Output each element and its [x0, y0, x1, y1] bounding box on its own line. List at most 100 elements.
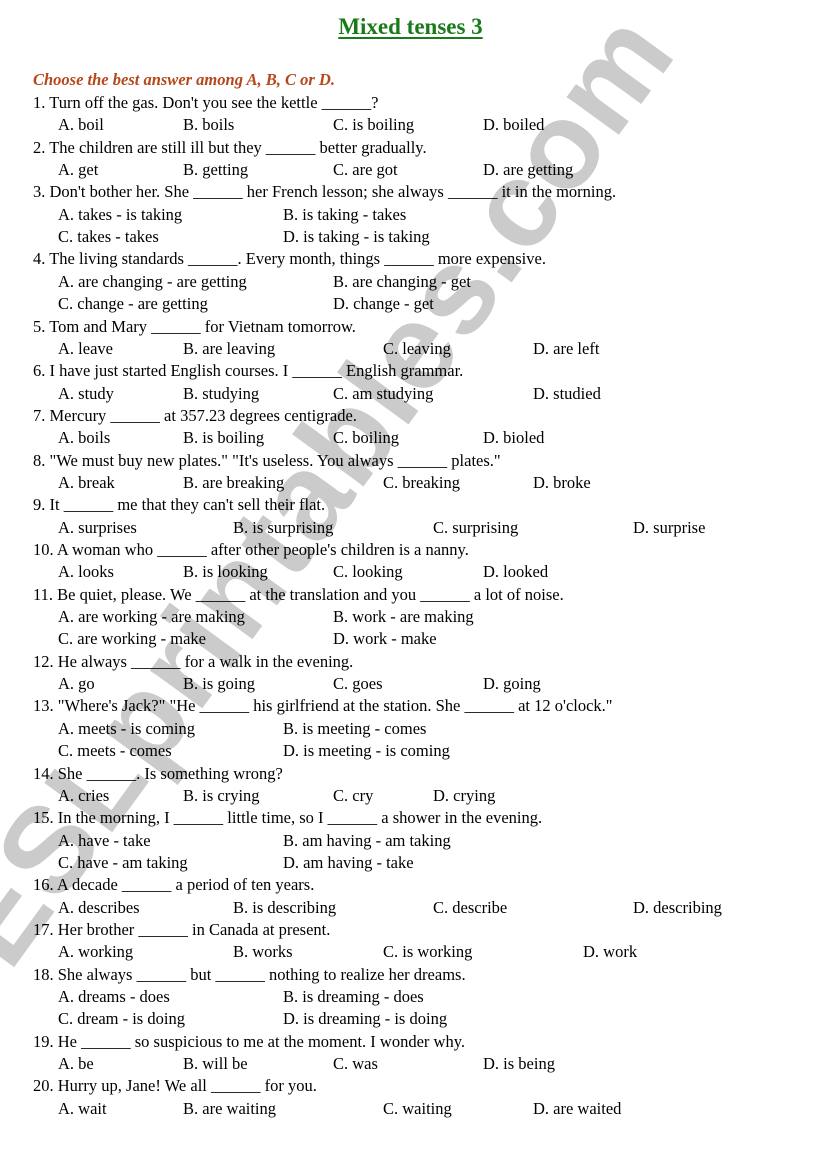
option-c[interactable]: C. have - am taking — [58, 852, 188, 874]
option-b[interactable]: B. boils — [183, 114, 234, 136]
option-d[interactable]: D. crying — [433, 785, 495, 807]
option-a[interactable]: A. takes - is taking — [58, 204, 182, 226]
option-a[interactable]: A. looks — [58, 561, 114, 583]
option-d[interactable]: D. is dreaming - is doing — [283, 1008, 447, 1030]
option-d[interactable]: D. are getting — [483, 159, 573, 181]
option-a[interactable]: A. are working - are making — [58, 606, 245, 628]
question-5: 5. Tom and Mary ______ for Vietnam tomor… — [33, 316, 356, 336]
option-d[interactable]: D. are waited — [533, 1098, 621, 1120]
option-c[interactable]: C. breaking — [383, 472, 460, 494]
option-d[interactable]: D. surprise — [633, 517, 705, 539]
option-a[interactable]: A. describes — [58, 897, 140, 919]
option-b[interactable]: B. work - are making — [333, 606, 474, 628]
option-a[interactable]: A. meets - is coming — [58, 718, 195, 740]
instruction: Choose the best answer among A, B, C or … — [33, 70, 335, 89]
option-c[interactable]: C. takes - takes — [58, 226, 159, 248]
option-b[interactable]: B. works — [233, 941, 293, 963]
option-d[interactable]: D. am having - take — [283, 852, 414, 874]
option-d[interactable]: D. going — [483, 673, 541, 695]
option-a[interactable]: A. working — [58, 941, 133, 963]
option-b[interactable]: B. are leaving — [183, 338, 275, 360]
option-a[interactable]: A. boil — [58, 114, 104, 136]
question-13: 13. "Where's Jack?" "He ______ his girlf… — [33, 696, 613, 716]
option-d[interactable]: D. is being — [483, 1053, 555, 1075]
question-17: 17. Her brother ______ in Canada at pres… — [33, 919, 331, 939]
question-8: 8. "We must buy new plates." "It's usele… — [33, 450, 501, 470]
option-d[interactable]: D. studied — [533, 383, 601, 405]
option-b[interactable]: B. is taking - takes — [283, 204, 406, 226]
option-c[interactable]: C. looking — [333, 561, 403, 583]
option-c[interactable]: C. leaving — [383, 338, 451, 360]
worksheet-title: Mixed tenses 3 — [338, 14, 483, 39]
question-9: 9. It ______ me that they can't sell the… — [33, 495, 326, 515]
option-c[interactable]: C. change - are getting — [58, 293, 208, 315]
option-b[interactable]: B. is surprising — [233, 517, 333, 539]
question-18: 18. She always ______ but ______ nothing… — [33, 964, 466, 984]
option-d[interactable]: D. are left — [533, 338, 599, 360]
option-d[interactable]: D. is meeting - is coming — [283, 740, 450, 762]
question-16: 16. A decade ______ a period of ten year… — [33, 875, 315, 895]
option-a[interactable]: A. cries — [58, 785, 109, 807]
question-2: 2. The children are still ill but they _… — [33, 137, 427, 157]
option-b[interactable]: B. are waiting — [183, 1098, 276, 1120]
option-b[interactable]: B. getting — [183, 159, 248, 181]
option-c[interactable]: C. meets - comes — [58, 740, 172, 762]
option-b[interactable]: B. is meeting - comes — [283, 718, 426, 740]
question-11: 11. Be quiet, please. We ______ at the t… — [33, 584, 564, 604]
option-a[interactable]: A. have - take — [58, 830, 151, 852]
option-d[interactable]: D. change - get — [333, 293, 434, 315]
option-c[interactable]: C. describe — [433, 897, 507, 919]
option-d[interactable]: D. describing — [633, 897, 722, 919]
option-a[interactable]: A. wait — [58, 1098, 107, 1120]
option-a[interactable]: A. study — [58, 383, 114, 405]
option-b[interactable]: B. will be — [183, 1053, 248, 1075]
option-a[interactable]: A. be — [58, 1053, 94, 1075]
option-a[interactable]: A. dreams - does — [58, 986, 170, 1008]
option-c[interactable]: C. is boiling — [333, 114, 414, 136]
option-a[interactable]: A. surprises — [58, 517, 137, 539]
option-d[interactable]: D. work - make — [333, 628, 437, 650]
option-a[interactable]: A. boils — [58, 427, 110, 449]
option-c[interactable]: C. waiting — [383, 1098, 452, 1120]
option-d[interactable]: D. looked — [483, 561, 548, 583]
option-b[interactable]: B. is boiling — [183, 427, 264, 449]
question-19: 19. He ______ so suspicious to me at the… — [33, 1031, 465, 1051]
question-7: 7. Mercury ______ at 357.23 degrees cent… — [33, 405, 357, 425]
question-4: 4. The living standards ______. Every mo… — [33, 249, 546, 269]
option-a[interactable]: A. leave — [58, 338, 113, 360]
option-b[interactable]: B. are breaking — [183, 472, 284, 494]
question-20: 20. Hurry up, Jane! We all ______ for yo… — [33, 1076, 317, 1096]
option-b[interactable]: B. is looking — [183, 561, 268, 583]
option-c[interactable]: C. surprising — [433, 517, 518, 539]
question-6: 6. I have just started English courses. … — [33, 361, 464, 381]
option-c[interactable]: C. are working - make — [58, 628, 206, 650]
question-14: 14. She ______. Is something wrong? — [33, 763, 283, 783]
option-b[interactable]: B. is dreaming - does — [283, 986, 424, 1008]
option-d[interactable]: D. is taking - is taking — [283, 226, 430, 248]
option-c[interactable]: C. dream - is doing — [58, 1008, 185, 1030]
option-a[interactable]: A. get — [58, 159, 98, 181]
option-d[interactable]: D. work — [583, 941, 637, 963]
option-c[interactable]: C. am studying — [333, 383, 433, 405]
option-b[interactable]: B. is going — [183, 673, 255, 695]
option-c[interactable]: C. are got — [333, 159, 398, 181]
option-b[interactable]: B. is crying — [183, 785, 260, 807]
option-c[interactable]: C. is working — [383, 941, 472, 963]
option-c[interactable]: C. goes — [333, 673, 383, 695]
option-b[interactable]: B. is describing — [233, 897, 336, 919]
option-c[interactable]: C. cry — [333, 785, 373, 807]
option-c[interactable]: C. boiling — [333, 427, 399, 449]
option-c[interactable]: C. was — [333, 1053, 378, 1075]
option-d[interactable]: D. bioled — [483, 427, 544, 449]
option-d[interactable]: D. boiled — [483, 114, 544, 136]
option-b[interactable]: B. am having - am taking — [283, 830, 451, 852]
option-b[interactable]: B. are changing - get — [333, 271, 471, 293]
option-b[interactable]: B. studying — [183, 383, 259, 405]
option-a[interactable]: A. are changing - are getting — [58, 271, 247, 293]
question-10: 10. A woman who ______ after other peopl… — [33, 540, 469, 559]
option-a[interactable]: A. go — [58, 673, 95, 695]
option-d[interactable]: D. broke — [533, 472, 591, 494]
option-a[interactable]: A. break — [58, 472, 115, 494]
question-1: 1. Turn off the gas. Don't you see the k… — [33, 93, 379, 112]
question-3: 3. Don't bother her. She ______ her Fren… — [33, 182, 617, 202]
